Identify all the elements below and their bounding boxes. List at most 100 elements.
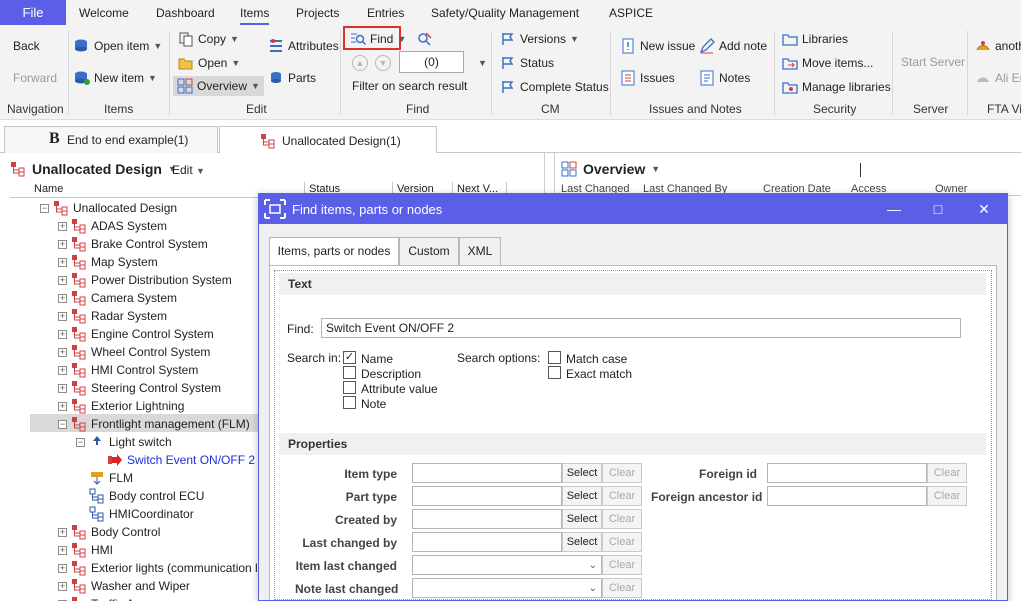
- item-last-changed-dropdown[interactable]: ⌄: [412, 555, 602, 575]
- versions-button[interactable]: Versions ▼: [500, 31, 579, 47]
- tree-row[interactable]: + Exterior lights (communication li: [58, 559, 260, 577]
- item-type-input[interactable]: [412, 463, 562, 483]
- tree-row[interactable]: + Map System: [58, 253, 158, 271]
- menu-entries[interactable]: Entries: [367, 6, 404, 20]
- tree-row[interactable]: + Brake Control System: [58, 235, 208, 253]
- overview-button[interactable]: Overview ▼: [173, 76, 264, 96]
- filter-on-search-result[interactable]: Filter on search result: [352, 79, 467, 93]
- chevron-down-icon[interactable]: ▼: [478, 58, 487, 68]
- find-input[interactable]: Switch Event ON/OFF 2: [321, 318, 961, 338]
- another-button[interactable]: anoth: [975, 38, 1021, 54]
- chevron-down-icon[interactable]: ▼: [153, 41, 162, 51]
- chevron-down-icon[interactable]: ▼: [397, 34, 406, 44]
- tree-row[interactable]: + ADAS System: [58, 217, 167, 235]
- tree-row[interactable]: − Unallocated Design: [40, 199, 177, 217]
- chevron-down-icon[interactable]: ▼: [148, 73, 157, 83]
- previous-result-button[interactable]: ▲: [352, 55, 368, 71]
- tab-xml[interactable]: XML: [459, 237, 501, 265]
- libraries-button[interactable]: Libraries: [782, 31, 848, 47]
- tree-row[interactable]: + HMI: [58, 541, 113, 559]
- ali-button[interactable]: Ali Er: [975, 70, 1021, 86]
- note-checkbox[interactable]: [343, 396, 356, 409]
- part-type-input[interactable]: [412, 486, 562, 506]
- menu-welcome[interactable]: Welcome: [79, 6, 129, 20]
- item-last-changed-clear-button[interactable]: Clear: [602, 555, 642, 575]
- chevron-down-icon[interactable]: ▼: [230, 34, 239, 44]
- note-last-changed-clear-button[interactable]: Clear: [602, 578, 642, 598]
- new-item-button[interactable]: New item ▼: [74, 70, 157, 86]
- tree-row[interactable]: − Light switch: [76, 433, 172, 451]
- tree-row[interactable]: + Steering Control System: [58, 379, 221, 397]
- collapse-icon[interactable]: −: [58, 419, 67, 429]
- chevron-down-icon[interactable]: ▼: [231, 58, 240, 68]
- created-by-input[interactable]: [412, 509, 562, 529]
- clear-find-icon[interactable]: [416, 31, 432, 47]
- col-name[interactable]: Name: [34, 183, 63, 195]
- manage-libraries-button[interactable]: Manage libraries: [782, 79, 891, 95]
- parts-button[interactable]: Parts: [268, 70, 316, 86]
- tab-unallocated-design[interactable]: Unallocated Design(1): [219, 126, 437, 154]
- expand-icon[interactable]: +: [58, 257, 67, 267]
- menu-aspice[interactable]: ASPICE: [609, 6, 653, 20]
- tree-row[interactable]: + HMI Control System: [58, 361, 198, 379]
- tree-row[interactable]: +Traffic A: [58, 595, 134, 601]
- expand-icon[interactable]: +: [58, 329, 67, 339]
- foreign-ancestor-id-clear-button[interactable]: Clear: [927, 486, 967, 506]
- part-type-clear-button[interactable]: Clear: [602, 486, 642, 506]
- file-menu[interactable]: File: [0, 0, 66, 25]
- tree-row[interactable]: + Camera System: [58, 289, 177, 307]
- last-changed-by-clear-button[interactable]: Clear: [602, 532, 642, 552]
- new-issue-button[interactable]: New issue: [620, 38, 695, 54]
- expand-icon[interactable]: +: [58, 563, 67, 573]
- collapse-icon[interactable]: −: [40, 203, 49, 213]
- expand-icon[interactable]: +: [58, 275, 67, 285]
- expand-icon[interactable]: +: [58, 221, 67, 231]
- tree-row[interactable]: + Body Control: [58, 523, 160, 541]
- edit-menu[interactable]: Edit ▼: [172, 163, 205, 177]
- tab-items-parts-nodes[interactable]: Items, parts or nodes: [269, 237, 399, 266]
- move-items-button[interactable]: Move items...: [782, 55, 873, 71]
- foreign-id-clear-button[interactable]: Clear: [927, 463, 967, 483]
- expand-icon[interactable]: +: [58, 527, 67, 537]
- open-button[interactable]: Open ▼: [178, 55, 240, 71]
- tab-end-to-end-example[interactable]: B End to end example(1): [4, 126, 218, 153]
- add-note-button[interactable]: Add note: [699, 38, 767, 54]
- tree-row[interactable]: + Washer and Wiper: [58, 577, 190, 595]
- tree-row[interactable]: + Wheel Control System: [58, 343, 210, 361]
- expand-icon[interactable]: +: [58, 311, 67, 321]
- chevron-down-icon[interactable]: ▼: [251, 81, 260, 91]
- expand-icon[interactable]: +: [58, 365, 67, 375]
- expand-icon[interactable]: +: [58, 239, 67, 249]
- start-server-button[interactable]: Start Server: [901, 55, 965, 69]
- dialog-titlebar[interactable]: Find items, parts or nodes — □ ✕: [259, 194, 1007, 224]
- match-case-checkbox[interactable]: [548, 351, 561, 364]
- find-button[interactable]: Find ▼: [350, 31, 406, 47]
- expand-icon[interactable]: +: [58, 347, 67, 357]
- tree-row[interactable]: − Frontlight management (FLM): [58, 415, 250, 433]
- attributes-button[interactable]: Attributes: [268, 38, 339, 54]
- name-checkbox[interactable]: ✓: [343, 351, 356, 364]
- complete-status-button[interactable]: Complete Status: [500, 79, 609, 95]
- menu-projects[interactable]: Projects: [296, 6, 339, 20]
- next-result-button[interactable]: ▼: [375, 55, 391, 71]
- tree-row[interactable]: + Power Distribution System: [58, 271, 232, 289]
- tree-row[interactable]: Body control ECU: [76, 487, 204, 505]
- expand-icon[interactable]: +: [58, 581, 67, 591]
- minimize-icon[interactable]: —: [883, 198, 905, 220]
- close-icon[interactable]: ✕: [973, 198, 995, 220]
- tree-row[interactable]: HMICoordinator: [76, 505, 194, 523]
- issues-button[interactable]: Issues: [620, 70, 675, 86]
- collapse-icon[interactable]: −: [76, 437, 85, 447]
- description-checkbox[interactable]: [343, 366, 356, 379]
- forward-button[interactable]: Forward: [13, 71, 57, 85]
- note-last-changed-dropdown[interactable]: ⌄: [412, 578, 602, 598]
- tree-row[interactable]: Switch Event ON/OFF 2: [94, 451, 255, 469]
- copy-button[interactable]: Copy ▼: [178, 31, 239, 47]
- notes-button[interactable]: Notes: [699, 70, 750, 86]
- status-button[interactable]: Status: [500, 55, 554, 71]
- tree-row[interactable]: FLM: [76, 469, 133, 487]
- tree-row[interactable]: + Radar System: [58, 307, 167, 325]
- menu-safety-quality[interactable]: Safety/Quality Management: [431, 6, 579, 20]
- foreign-id-input[interactable]: [767, 463, 927, 483]
- expand-icon[interactable]: +: [58, 545, 67, 555]
